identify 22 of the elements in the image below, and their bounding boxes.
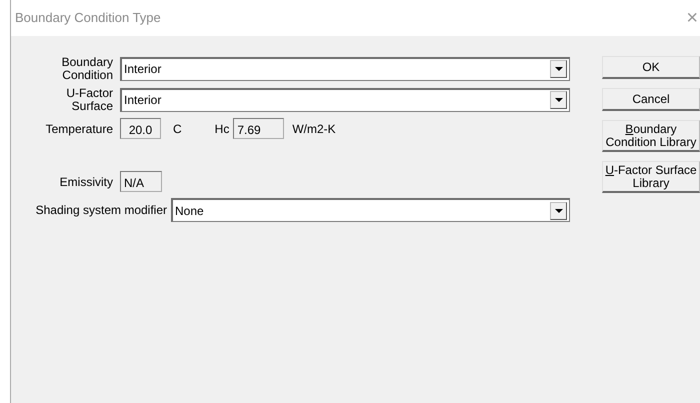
dropdown-arrow-icon — [554, 208, 562, 213]
dialog-button[interactable]: U-Factor Surface Library — [602, 161, 700, 194]
unit-label: C — [173, 120, 182, 138]
field-label: Boundary Condition — [60, 56, 114, 82]
emissivity-field[interactable]: N/A — [120, 171, 162, 192]
dropdown[interactable]: Interior — [120, 56, 570, 81]
dropdown-arrow-icon — [554, 98, 562, 102]
temperature-field[interactable]: 20.0 — [120, 118, 161, 140]
unit-label: W/m2-K — [292, 120, 336, 138]
dropdown[interactable]: None — [171, 198, 570, 222]
hc-field[interactable]: 7.69 — [233, 118, 284, 140]
dropdown-arrow-icon — [554, 67, 562, 72]
dialog-button[interactable]: Boundary Condition Library — [602, 120, 700, 152]
dialog-button[interactable]: OK — [602, 56, 700, 79]
dialog-button[interactable]: Cancel — [602, 88, 700, 111]
field-label: U-Factor Surface — [65, 87, 114, 112]
field-label: Shading system modifier — [34, 204, 168, 217]
dropdown[interactable]: Interior — [120, 88, 570, 112]
window-title: Boundary Condition Type — [15, 9, 161, 28]
field-label: Hc — [214, 120, 230, 138]
field-label: Temperature — [44, 122, 114, 136]
field-label: Emissivity — [58, 176, 114, 188]
